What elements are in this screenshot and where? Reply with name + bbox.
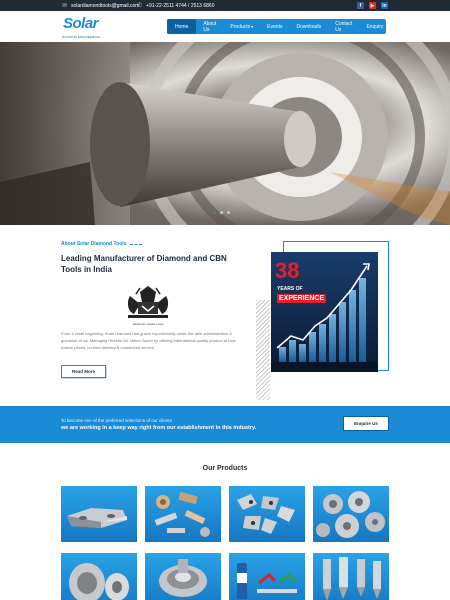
chevron-down-icon: ▾ (251, 24, 254, 29)
logo-wordmark: Solar (63, 15, 99, 32)
experience-number: 38 (275, 258, 300, 283)
enquire-us-button[interactable]: Enquire Us (343, 416, 389, 431)
slider-dot[interactable] (220, 211, 223, 214)
product-image (316, 491, 385, 538)
top-bar: ✉ solardiamondtools@gmail.com ✆ +91-22-2… (0, 0, 450, 11)
about-title: Leading Manufacturer of Diamond and CBN … (61, 254, 227, 274)
nav-enquiry[interactable]: Enquiry (359, 19, 390, 34)
experience-line2: EXPERIENCE (277, 294, 327, 303)
mail-icon: ✉ (62, 3, 68, 9)
logo-tagline: DIAMOND ENGINEERING (62, 35, 100, 39)
hero-machining-image (0, 42, 450, 225)
experience-image: 38 YEARS OF EXPERIENCE (271, 252, 378, 372)
hero-banner (0, 42, 450, 225)
slider-dot[interactable] (227, 211, 230, 214)
cta-title: we are working in a keep way right from … (61, 425, 257, 431)
facebook-icon[interactable]: f (357, 2, 364, 9)
email-text[interactable]: solardiamondtools@gmail.com (71, 3, 139, 9)
product-tile[interactable] (229, 486, 305, 542)
nav-contact-us[interactable]: Contact Us (328, 19, 359, 34)
product-tile[interactable] (145, 553, 221, 600)
product-image (237, 494, 295, 534)
nav-products[interactable]: Products ▾ (223, 19, 260, 34)
about-kicker: About Solar Diamond Tools (61, 241, 127, 247)
emblem-caption: Satyamev Jayate Lowe (132, 322, 164, 326)
phone-text[interactable]: +91-22-2511 4744 / 2513 6860 (146, 3, 214, 9)
youtube-icon[interactable]: ▶ (369, 2, 376, 9)
product-image (154, 491, 210, 537)
read-more-button[interactable]: Read More (61, 365, 106, 378)
nav-about-us[interactable]: About Us (196, 19, 223, 34)
experience-line1: YEARS OF (277, 286, 303, 292)
product-tile[interactable] (61, 486, 137, 542)
site-header: Solar DIAMOND ENGINEERING Home About Us … (0, 11, 450, 42)
products-heading: Our Products (202, 465, 248, 472)
product-image (323, 557, 381, 600)
email-contact[interactable]: ✉ solardiamondtools@gmail.com (62, 0, 139, 11)
kicker-divider (130, 244, 142, 245)
nav-home[interactable]: Home (167, 19, 197, 34)
product-image (237, 563, 297, 599)
phone-contact[interactable]: ✆ +91-22-2511 4744 / 2513 6860 (137, 0, 214, 11)
slider-dots (213, 211, 230, 214)
nav-downloads[interactable]: Downloads (289, 19, 328, 34)
social-links: f ▶ in (357, 2, 388, 9)
product-image (69, 563, 129, 600)
main-nav: Home About Us Products ▾ Events Downloads… (167, 19, 386, 34)
hatch-decoration (256, 300, 270, 400)
product-image (67, 508, 127, 528)
nav-events[interactable]: Events (260, 19, 289, 34)
lion-emblem-icon (127, 286, 169, 318)
about-description: From a small beginning, Solar Diamond ha… (61, 331, 236, 350)
product-tile[interactable] (313, 486, 389, 542)
product-tile[interactable] (229, 553, 305, 600)
phone-icon: ✆ (137, 3, 143, 9)
nav-products-label: Products (230, 23, 251, 30)
product-tile[interactable] (313, 553, 389, 600)
product-tile[interactable] (145, 486, 221, 542)
product-image (159, 559, 207, 597)
site-logo[interactable]: Solar DIAMOND ENGINEERING (62, 15, 102, 41)
product-tile[interactable] (61, 553, 137, 600)
cta-subtitle: To become one of the preferred selection… (61, 418, 172, 423)
slider-dot[interactable] (213, 211, 216, 214)
linkedin-icon[interactable]: in (381, 2, 388, 9)
